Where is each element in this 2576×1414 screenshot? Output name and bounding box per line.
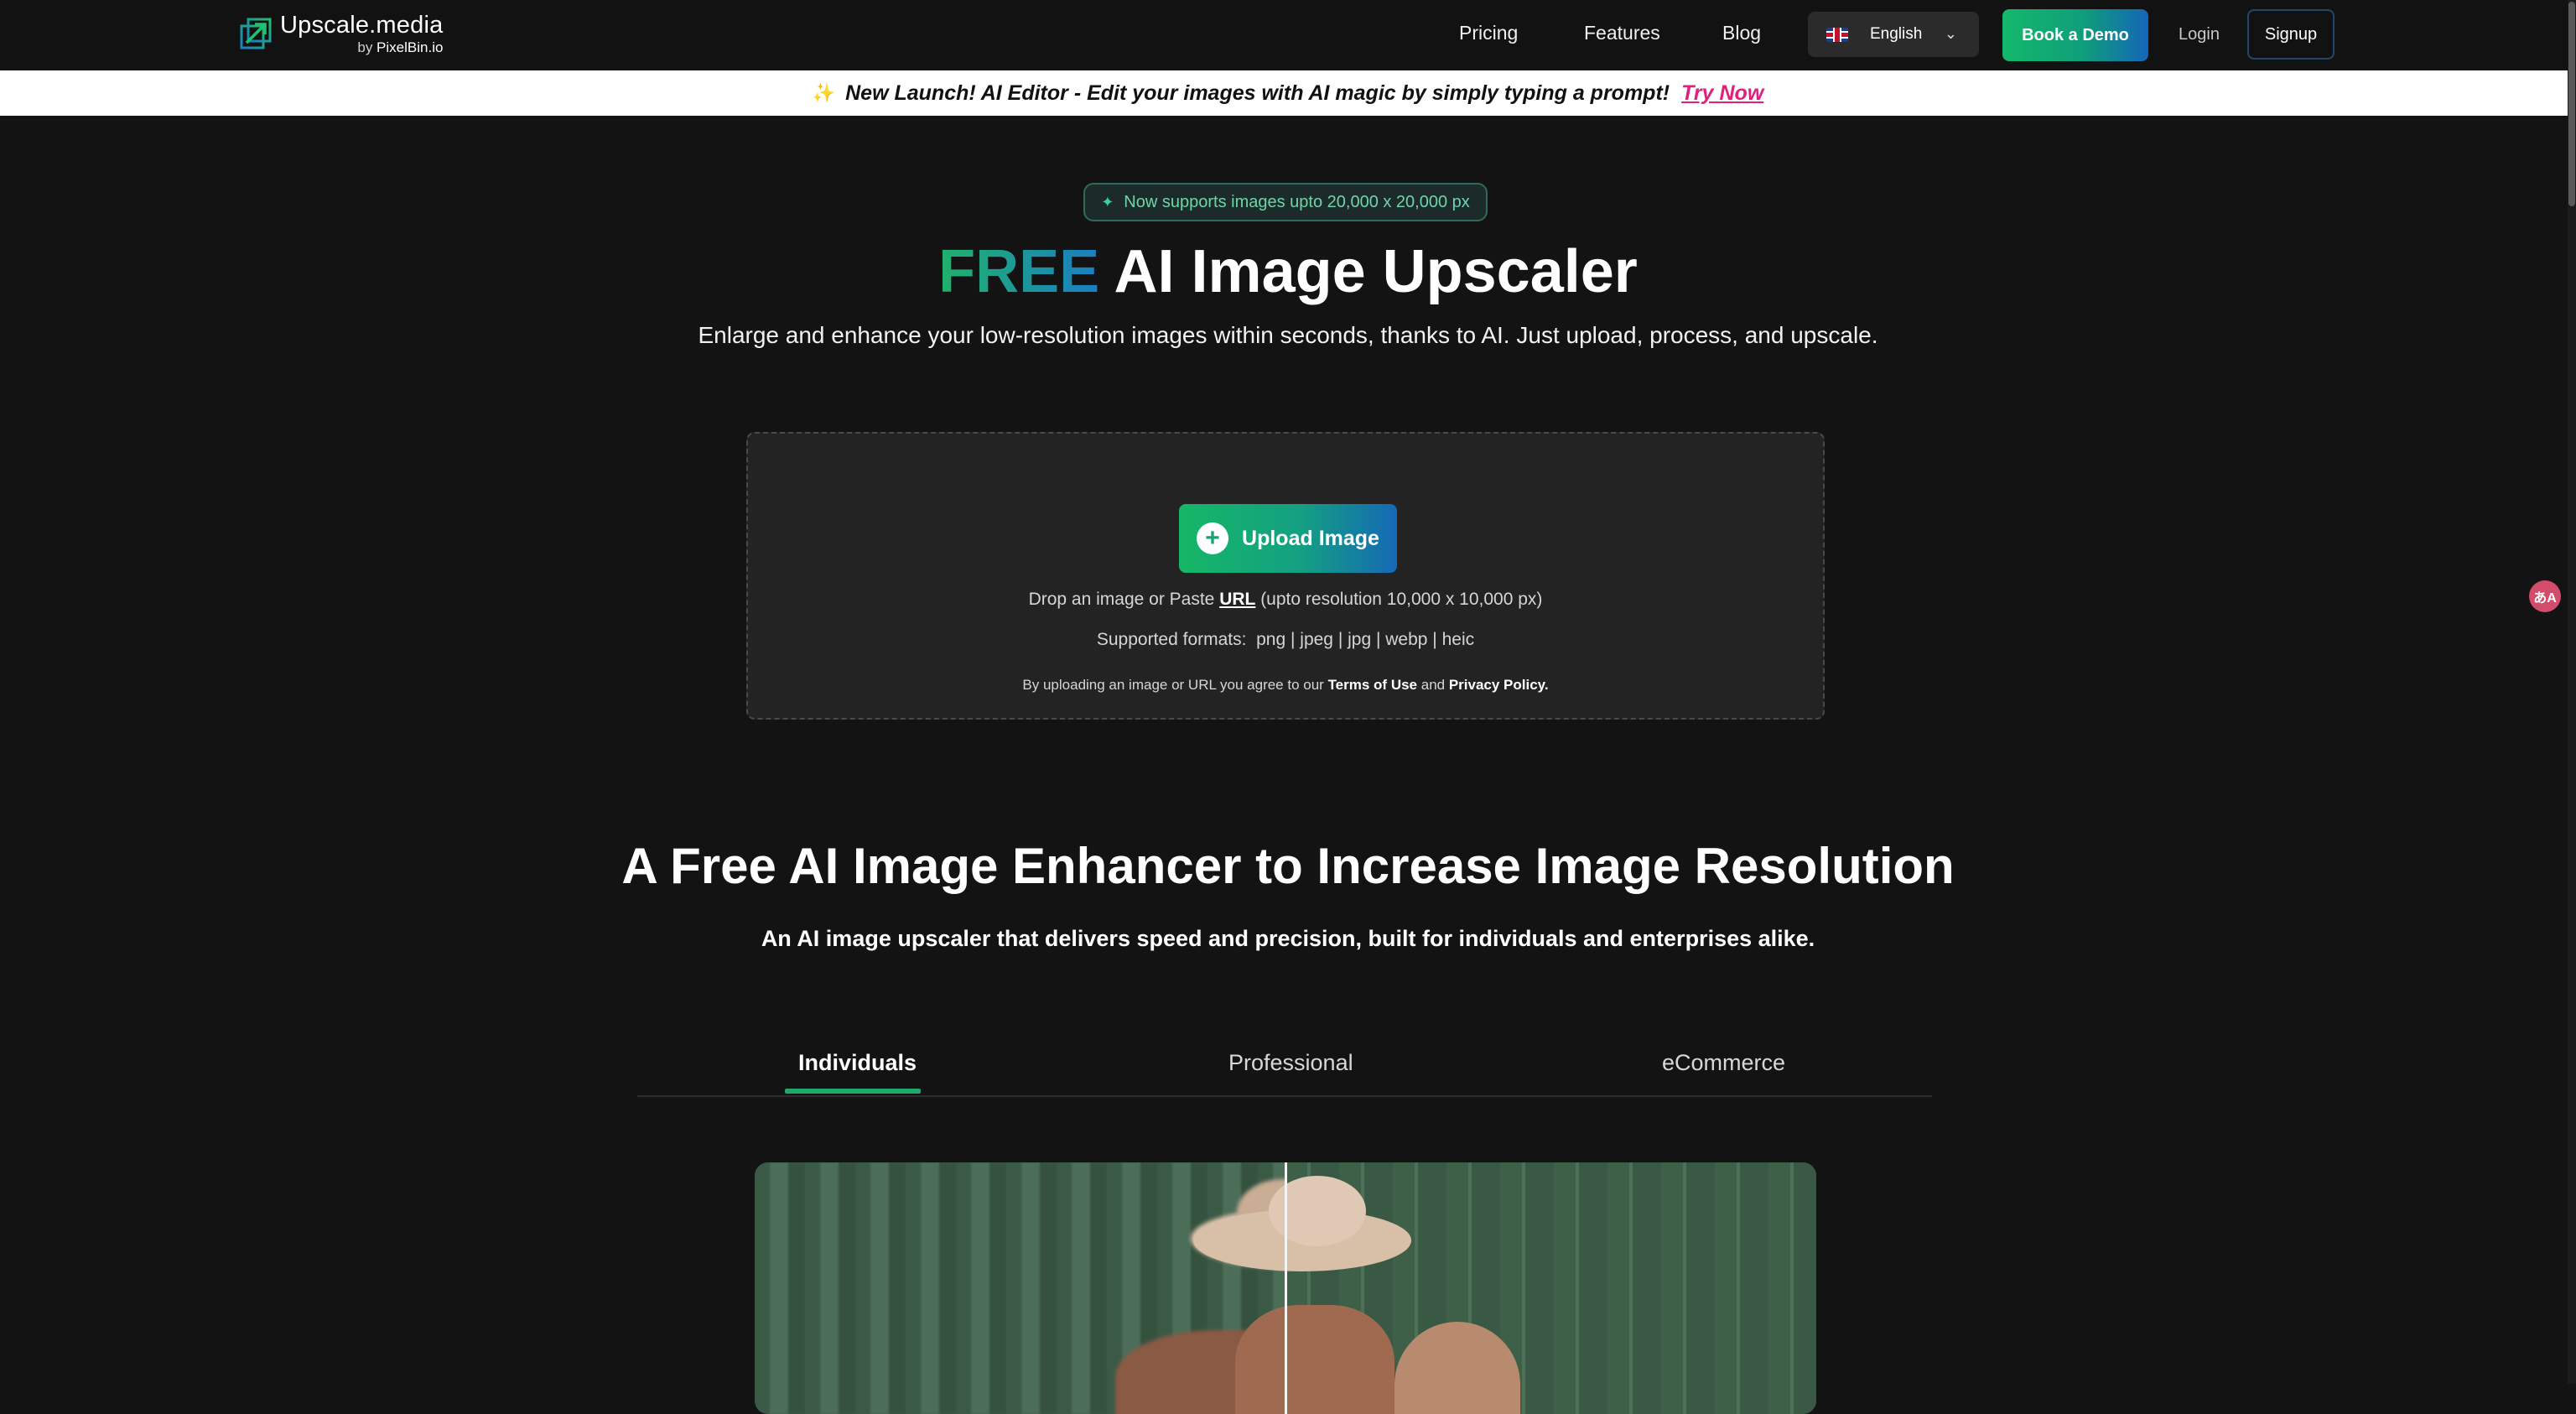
nav-blog[interactable]: Blog (1722, 22, 1761, 44)
sparkle-icon: ✦ (1101, 193, 1114, 211)
book-demo-button[interactable]: Book a Demo (2002, 9, 2148, 61)
supported-formats: Supported formats: png | jpeg | jpg | we… (1096, 630, 1475, 649)
announcement-bar: ✨ New Launch! AI Editor - Edit your imag… (0, 70, 2576, 116)
pill-text: Now supports images upto 20,000 x 20,000… (1124, 192, 1470, 211)
paste-url-link[interactable]: URL (1219, 590, 1255, 609)
scrollbar-thumb[interactable] (2568, 2, 2575, 206)
login-link[interactable]: Login (2179, 25, 2220, 44)
top-navbar: Upscale.media by PixelBin.io Pricing Fea… (0, 0, 2576, 70)
chevron-down-icon: ⌄ (1944, 25, 1957, 42)
logo[interactable]: Upscale.media by PixelBin.io (238, 8, 443, 59)
section-title: A Free AI Image Enhancer to Increase Ima… (621, 838, 1955, 894)
translate-icon[interactable]: あA (2529, 580, 2561, 612)
language-label: English (1870, 25, 1923, 43)
tab-professional[interactable]: Professional (1228, 1050, 1353, 1076)
after-image (1193, 1162, 1816, 1414)
comparison-slider-handle[interactable] (1285, 1162, 1287, 1414)
announcement-text: New Launch! AI Editor - Edit your images… (845, 81, 1670, 105)
nav-pricing[interactable]: Pricing (1459, 22, 1518, 44)
drop-instructions: Drop an image or Paste URL (upto resolut… (1028, 590, 1543, 609)
language-selector[interactable]: English ⌄ (1808, 12, 1979, 57)
nav-features[interactable]: Features (1584, 22, 1660, 44)
terms-link[interactable]: Terms of Use (1328, 677, 1417, 693)
active-tab-indicator (785, 1089, 921, 1094)
uk-flag-icon (1826, 27, 1848, 42)
audience-tabs: Individuals Professional eCommerce (637, 1040, 1932, 1097)
tab-ecommerce[interactable]: eCommerce (1662, 1050, 1785, 1076)
section-subtitle: An AI image upscaler that delivers speed… (761, 926, 1815, 951)
title-rest: AI Image Upscaler (1099, 238, 1638, 305)
sparkle-icon: ✨ (812, 82, 836, 103)
title-highlight: FREE (938, 238, 1100, 305)
logo-byline: by PixelBin.io (357, 39, 444, 55)
feature-pill: ✦ Now supports images upto 20,000 x 20,0… (1083, 183, 1488, 221)
formats-list: png | jpeg | jpg | webp | heic (1256, 630, 1475, 649)
try-now-link[interactable]: Try Now (1681, 81, 1763, 106)
upload-dropzone[interactable]: + Upload Image Drop an image or Paste UR… (746, 432, 1825, 720)
before-after-comparison[interactable] (755, 1162, 1816, 1414)
upscale-arrow-icon (238, 16, 273, 51)
plus-circle-icon: + (1197, 522, 1229, 554)
hero-subtitle: Enlarge and enhance your low-resolution … (698, 322, 1878, 348)
tab-individuals[interactable]: Individuals (798, 1050, 917, 1076)
privacy-link[interactable]: Privacy Policy. (1449, 677, 1549, 693)
page-scrollbar[interactable] (2568, 0, 2576, 1384)
upload-image-button[interactable]: + Upload Image (1179, 504, 1397, 573)
upload-button-label: Upload Image (1242, 526, 1379, 550)
signup-button[interactable]: Signup (2247, 9, 2334, 60)
logo-brand: PixelBin.io (377, 39, 444, 55)
page-title: FREE AI Image Upscaler (0, 233, 2576, 310)
logo-name: Upscale.media (280, 11, 444, 39)
before-image (755, 1162, 1375, 1414)
terms-notice: By uploading an image or URL you agree t… (1022, 677, 1549, 693)
